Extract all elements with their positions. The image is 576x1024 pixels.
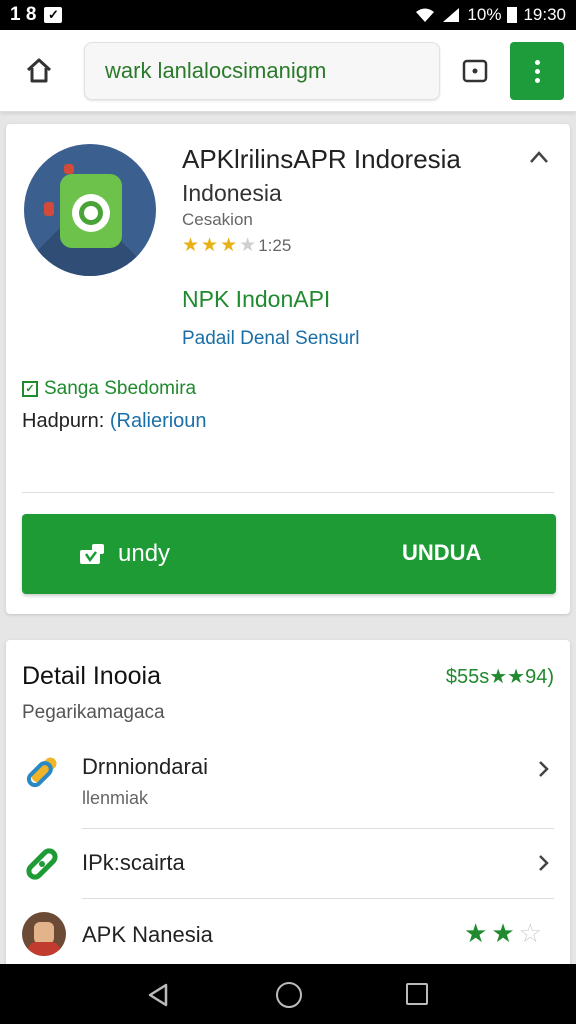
collapse-icon[interactable] [528,150,550,164]
detail-card: Detail Inooia $55s★★94) Pegarikamagaca D… [6,640,570,970]
back-icon[interactable] [146,982,170,1008]
publisher-value[interactable]: (Ralierioun [110,410,207,432]
item-rating: ★ ★ ☆ [464,918,542,949]
tab-icon[interactable] [460,57,490,85]
download-button[interactable]: undy UNDUA [22,514,556,594]
status-bar: 1 8 ✓ 10% 19:30 [0,0,576,30]
recents-icon[interactable] [406,983,428,1005]
app-rating: ★ ★ ★ ★ 1:25 [182,236,291,256]
wifi-icon [416,8,435,22]
list-item[interactable]: APK Nanesia ★ ★ ☆ [6,910,570,970]
verified-text: Sanga Sbedomira [44,378,197,399]
home-circle-icon[interactable] [276,982,302,1008]
list-item-subtitle: llenmiak [82,788,149,808]
divider [22,492,554,493]
app-subtitle: Indonesia [182,180,282,206]
divider [82,828,554,829]
battery-percent: 10% [467,5,502,24]
status-left: 1 8 ✓ [10,4,63,26]
list-item-title: APK Nanesia [82,922,213,947]
url-bar[interactable]: wark lanlalocsimanigm [84,42,440,100]
download-icon [80,544,104,564]
star-icon: ★ [220,235,238,256]
app-tag: NPK IndonAPI [182,286,331,312]
app-title: APKlrilinsAPR Indoresia [182,144,461,174]
navigation-bar [0,964,576,1024]
download-label-right: UNDUA [402,540,482,565]
checkmark-notification-icon: ✓ [44,7,63,23]
avatar [22,912,66,956]
app-card: APKlrilinsAPR Indoresia Indonesia Cesaki… [6,124,570,614]
verified-row: ✓ Sanga Sbedomira [22,378,196,400]
divider [82,898,554,899]
url-text: wark lanlalocsimanigm [105,58,327,83]
star-empty-icon: ☆ [518,918,542,948]
app-logo-icon [24,144,156,276]
star-icon: ★ [464,918,488,948]
status-time: 19:30 [523,5,566,24]
star-empty-icon: ★ [239,235,257,256]
app-detail-link[interactable]: Padail Denal Sensurl [182,328,359,350]
signal-icon [443,8,460,22]
download-label: undy [118,540,171,567]
link-icon [26,757,57,788]
publisher-label: Hadpurn: [22,410,105,432]
publisher-row: Hadpurn: (Ralierioun [22,410,207,433]
battery-icon [507,7,518,23]
status-left-text: 1 8 [10,4,37,25]
link-icon [26,848,58,880]
list-item-title: Drnniondarai [82,754,208,779]
status-right: 10% 19:30 [415,5,566,25]
chevron-right-icon [539,855,549,871]
detail-stat: $55s★★94) [445,666,554,688]
star-icon: ★ [182,235,200,256]
list-item[interactable]: IPk:scairta [6,840,570,906]
browser-toolbar: wark lanlalocsimanigm [0,30,576,112]
star-icon: ★ [491,918,515,948]
more-vert-icon[interactable] [510,42,564,100]
detail-title: Detail Inooia [22,662,161,690]
checkbox-icon: ✓ [22,381,38,397]
chevron-right-icon [539,761,549,777]
list-item[interactable]: Drnniondarai llenmiak [6,746,570,832]
star-icon: ★ [201,235,219,256]
app-developer: Cesakion [182,210,253,229]
rating-count: 1:25 [258,236,292,255]
detail-subtitle: Pegarikamagaca [22,702,165,723]
list-item-title: IPk:scairta [82,850,185,875]
home-icon[interactable] [22,54,56,88]
